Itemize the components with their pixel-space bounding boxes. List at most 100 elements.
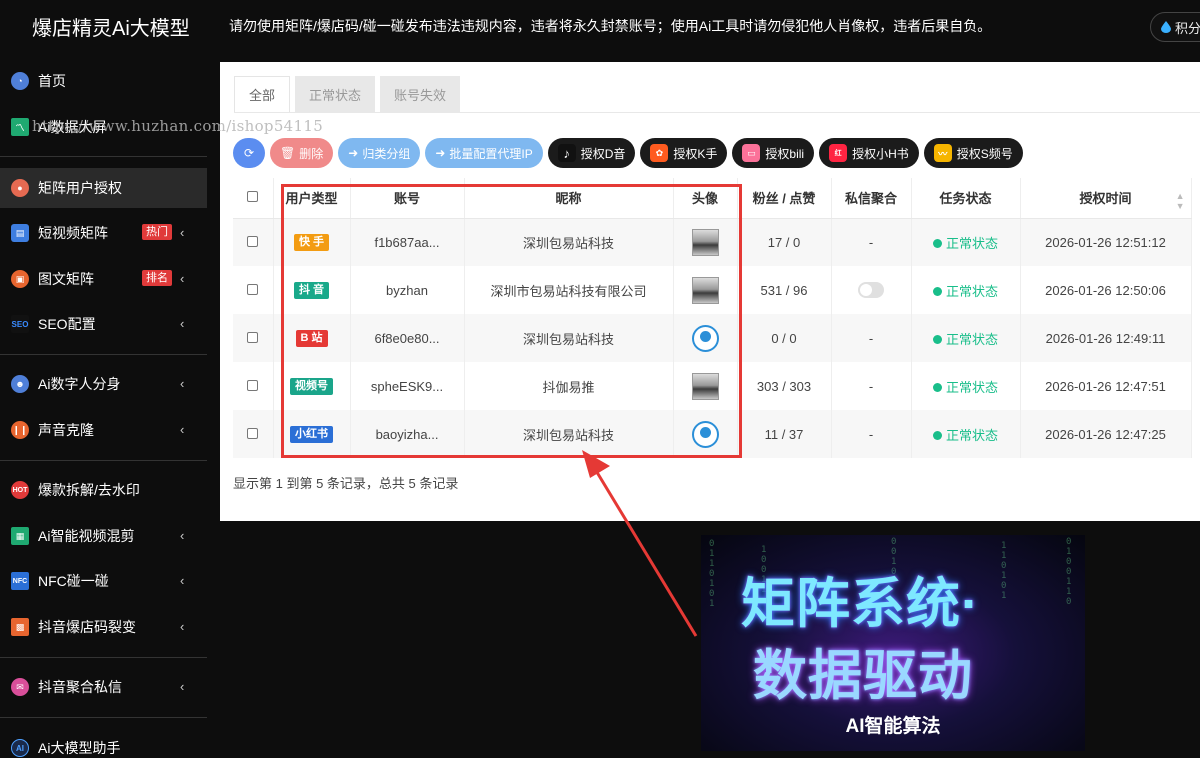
sidebar-item-label: 抖音聚合私信	[38, 679, 122, 695]
stats-cell: 17 / 0	[737, 218, 832, 266]
sidebar-item-label: 首页	[38, 73, 66, 89]
sidebar-item-short-video[interactable]: ▤ 短视频矩阵 热门 ‹	[0, 213, 207, 253]
sidebar-item-matrix-auth[interactable]: ● 矩阵用户授权	[0, 168, 207, 208]
hot-badge: 热门	[142, 224, 172, 240]
douyin-icon: ♪	[557, 144, 576, 162]
annotation-arrow-icon	[582, 450, 698, 637]
dm-toggle[interactable]	[858, 282, 884, 299]
time-cell: 2026-01-26 12:47:25	[1020, 410, 1192, 458]
dm-cell: -	[831, 314, 912, 362]
stats-cell: 303 / 303	[737, 362, 832, 410]
status-dot-icon	[932, 430, 942, 440]
auth-douyin-button[interactable]: ♪ 授权D音	[547, 138, 636, 168]
sidebar-item-dm-aggregate[interactable]: ✉ 抖音聚合私信 ‹	[0, 667, 207, 707]
sidebar-item-qr-fission[interactable]: ▩ 抖音爆店码裂变 ‹	[0, 607, 207, 647]
chevron-left-icon: ‹	[180, 376, 185, 391]
status-tabs: 全部 正常状态 账号失效	[234, 76, 465, 112]
auth-bili-button[interactable]: ▭ 授权bili	[732, 138, 815, 168]
avatar	[691, 324, 719, 352]
table-row[interactable]: 视频号 spheESK9... 抖伽易推 303 / 303 - 正常状态 20…	[233, 362, 1192, 410]
refresh-icon: ⟳	[243, 146, 255, 160]
table-row[interactable]: 快 手 f1b687aa... 深圳包易站科技 17 / 0 - 正常状态 20…	[233, 218, 1192, 266]
row-checkbox[interactable]	[247, 379, 259, 391]
row-checkbox[interactable]	[247, 283, 259, 295]
refresh-button[interactable]: ⟳	[233, 138, 265, 168]
chevron-left-icon: ‹	[180, 422, 185, 437]
status-text: 正常状态	[945, 331, 998, 347]
sidebar-item-hot-breakdown[interactable]: HOT 爆款拆解/去水印	[0, 470, 207, 510]
points-button[interactable]: 积分	[1150, 12, 1200, 42]
col-auth-time-label: 授权时间	[1079, 191, 1132, 207]
sidebar-item-nfc[interactable]: NFC NFC碰一碰 ‹	[0, 561, 207, 601]
table-row[interactable]: 抖 音 byzhan 深圳市包易站科技有限公司 531 / 96 正常状态 20…	[233, 266, 1192, 314]
rank-badge: 排名	[142, 270, 172, 286]
group-button[interactable]: ➜ 归类分组	[338, 138, 421, 168]
clapper-icon: ▦	[11, 527, 29, 545]
col-user-type: 用户类型	[273, 178, 351, 219]
auth-douyin-label: 授权D音	[580, 146, 626, 161]
sidebar-item-image-text[interactable]: ▣ 图文矩阵 排名 ‹	[0, 259, 207, 299]
chevron-left-icon: ‹	[180, 619, 185, 634]
stats-cell: 11 / 37	[737, 410, 832, 458]
sidebar-item-label: NFC碰一碰	[38, 573, 109, 589]
dm-cell	[831, 266, 912, 314]
row-checkbox[interactable]	[247, 331, 259, 343]
arrow-right-icon: ➜	[348, 146, 359, 160]
main-panel: 全部 正常状态 账号失效 ⟳ 🗑 删除 ➜ 归类分组 ➜ 批量配置代理IP ♪ …	[220, 62, 1200, 521]
nickname-cell: 深圳包易站科技	[464, 314, 674, 362]
type-tag: 快 手	[293, 234, 330, 252]
status-text: 正常状态	[945, 283, 998, 299]
auth-sph-button[interactable]: 〰 授权S频号	[923, 138, 1023, 168]
chevron-left-icon: ‹	[180, 271, 185, 286]
sort-icon: ▲ ▼	[1175, 191, 1185, 211]
image-icon: ▣	[11, 270, 29, 288]
tab-invalid[interactable]: 账号失效	[380, 76, 461, 112]
chevron-left-icon: ‹	[180, 679, 185, 694]
audio-wave-icon: ❙❙	[11, 421, 29, 439]
status-cell: 正常状态	[911, 218, 1021, 266]
seo-icon: SEO	[11, 315, 29, 333]
line-chart-icon: 〽	[11, 118, 29, 136]
delete-button[interactable]: 🗑 删除	[270, 138, 334, 168]
sidebar-item-video-mix[interactable]: ▦ Ai智能视频混剪 ‹	[0, 516, 207, 556]
account-cell: spheESK9...	[350, 362, 465, 410]
sidebar-item-label: 短视频矩阵	[38, 225, 108, 241]
time-cell: 2026-01-26 12:49:11	[1020, 314, 1192, 362]
status-dot-icon	[932, 286, 942, 296]
accounts-table: 用户类型 账号 昵称 头像 粉丝 / 点赞 私信聚合 任务状态 授权时间 ▲ ▼ 快…	[233, 178, 1192, 458]
divider	[0, 354, 207, 355]
sidebar-item-digital-human[interactable]: ☻ Ai数字人分身 ‹	[0, 364, 207, 404]
time-cell: 2026-01-26 12:47:51	[1020, 362, 1192, 410]
pager-info: 显示第 1 到第 5 条记录，总共 5 条记录	[233, 476, 459, 491]
divider	[0, 657, 207, 658]
nickname-cell: 深圳市包易站科技有限公司	[464, 266, 674, 314]
sidebar-item-label: 矩阵用户授权	[38, 180, 122, 196]
auth-kuaishou-button[interactable]: ✿ 授权K手	[640, 138, 728, 168]
tab-all[interactable]: 全部	[234, 76, 291, 112]
sidebar-item-ai-assistant[interactable]: AI Ai大模型助手	[0, 728, 207, 758]
table-row[interactable]: 小红书 baoyizha... 深圳包易站科技 11 / 37 - 正常状态 2…	[233, 410, 1192, 458]
row-checkbox[interactable]	[247, 427, 259, 439]
type-cell: 视频号	[273, 362, 351, 410]
sidebar-item-seo[interactable]: SEO SEO配置 ‹	[0, 304, 207, 344]
row-select-cell	[233, 218, 274, 266]
sidebar-item-label: 声音克隆	[38, 422, 94, 438]
row-checkbox[interactable]	[247, 235, 259, 247]
tab-normal[interactable]: 正常状态	[295, 76, 376, 112]
app-title[interactable]: 爆店精灵Ai大模型	[0, 0, 207, 52]
status-cell: 正常状态	[911, 314, 1021, 362]
type-tag: B 站	[295, 330, 328, 347]
table-row[interactable]: B 站 6f8e0e80... 深圳包易站科技 0 / 0 - 正常状态 202…	[233, 314, 1192, 362]
avatar	[691, 276, 719, 304]
select-all-checkbox[interactable]	[247, 191, 259, 203]
sidebar-item-voice-clone[interactable]: ❙❙ 声音克隆 ‹	[0, 410, 207, 450]
sidebar-item-home[interactable]: ◔ 首页	[0, 61, 207, 101]
time-cell: 2026-01-26 12:50:06	[1020, 266, 1192, 314]
proxy-button[interactable]: ➜ 批量配置代理IP	[425, 138, 543, 168]
status-text: 正常状态	[945, 379, 998, 395]
chevron-left-icon: ‹	[180, 528, 185, 543]
col-auth-time[interactable]: 授权时间 ▲ ▼	[1020, 178, 1192, 219]
type-cell: 抖 音	[273, 266, 351, 314]
avatar	[691, 228, 719, 256]
auth-xhs-button[interactable]: 红 授权小H书	[819, 138, 919, 168]
